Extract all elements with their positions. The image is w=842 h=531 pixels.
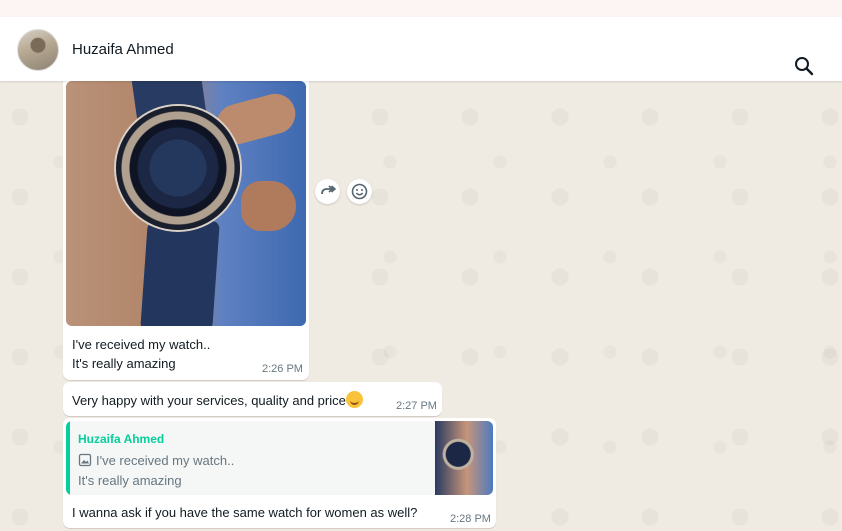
quote-accent-bar <box>66 421 70 495</box>
image-caption-line1: I've received my watch.. <box>72 337 211 352</box>
contact-avatar[interactable] <box>17 29 59 71</box>
watch-photo[interactable] <box>66 81 306 326</box>
quoted-text-line1: I've received my watch.. <box>96 453 235 468</box>
react-button[interactable] <box>347 179 372 204</box>
quoted-text-line2: It's really amazing <box>78 473 182 488</box>
image-caption-line2: It's really amazing <box>72 356 176 371</box>
smiling-face-icon <box>345 391 363 408</box>
text-message[interactable]: Very happy with your services, quality a… <box>63 382 442 416</box>
forward-icon <box>321 185 337 195</box>
photo-thumb <box>241 181 296 231</box>
chat-header[interactable]: Huzaifa Ahmed <box>0 17 842 81</box>
photo-strap-bottom <box>140 221 220 326</box>
contact-name[interactable]: Huzaifa Ahmed <box>72 41 174 58</box>
reply-message[interactable]: Huzaifa Ahmed I've received my watch.. I… <box>63 418 496 528</box>
message-time: 2:26 PM <box>262 363 303 375</box>
quoted-sender: Huzaifa Ahmed <box>78 432 165 446</box>
quoted-image-thumbnail <box>435 421 493 495</box>
top-strip <box>0 0 842 17</box>
quoted-message[interactable]: Huzaifa Ahmed I've received my watch.. I… <box>66 421 493 495</box>
search-icon[interactable] <box>793 55 815 77</box>
message-time: 2:28 PM <box>450 513 491 525</box>
emoji-icon <box>351 183 368 200</box>
forward-button[interactable] <box>315 179 340 204</box>
photo-icon <box>78 453 92 467</box>
quoted-caption-line1: I've received my watch.. <box>78 453 234 468</box>
message-time: 2:27 PM <box>396 400 437 412</box>
message-text-container: Very happy with your services, quality a… <box>72 391 363 408</box>
message-text: I wanna ask if you have the same watch f… <box>72 505 418 520</box>
message-text: Very happy with your services, quality a… <box>72 393 346 408</box>
photo-watch-face <box>116 106 240 230</box>
image-message[interactable]: I've received my watch.. It's really ama… <box>63 70 309 380</box>
